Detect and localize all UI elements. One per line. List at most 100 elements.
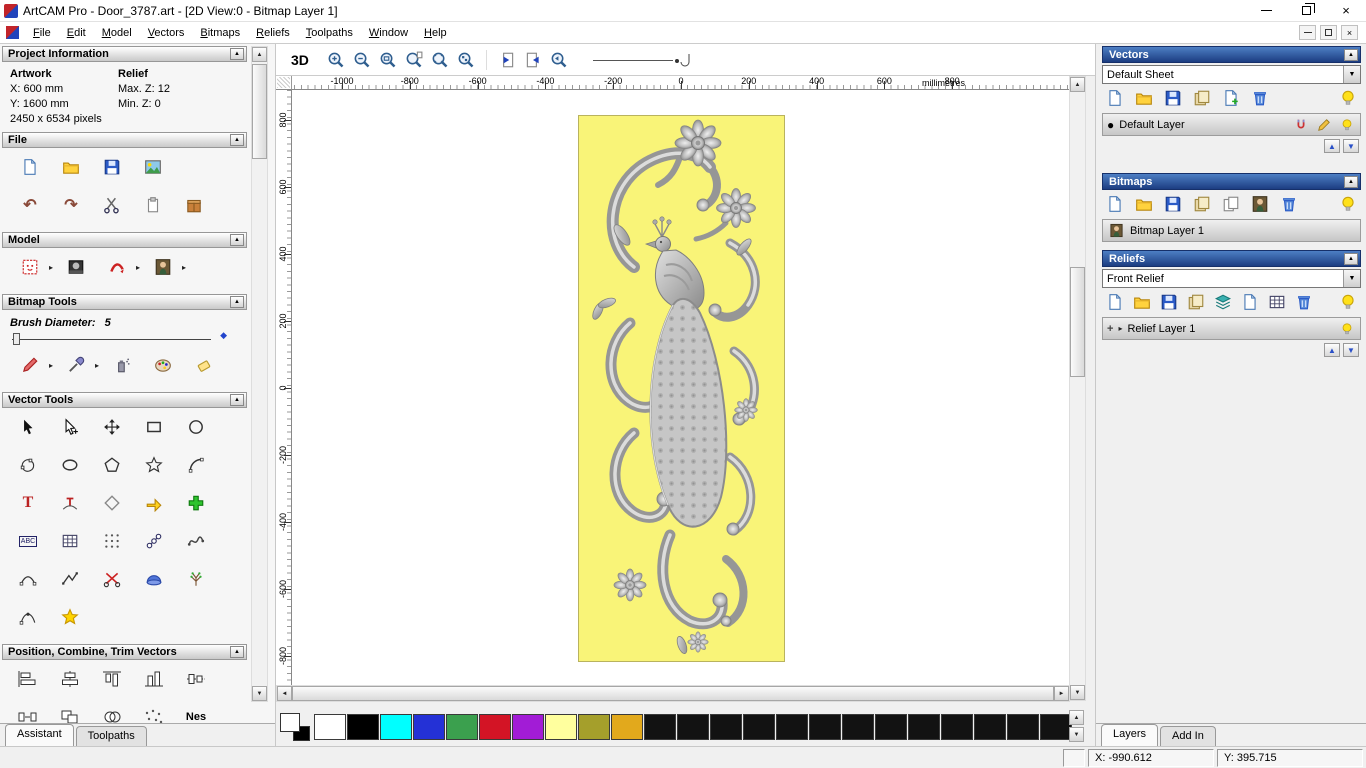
scroll-up-button[interactable]: ▲ [252,47,267,62]
palette-scroll-down-button[interactable]: ▼ [1069,727,1084,742]
color-swatch[interactable] [644,714,676,740]
star-wizard-button[interactable] [58,606,82,628]
scatter-copies-button[interactable] [142,706,166,723]
dropdown-button[interactable]: ▼ [1343,270,1360,287]
toggle-all-visibility-button[interactable] [1337,194,1359,214]
zoom-fit-button[interactable] [428,49,452,71]
relief-layer-row[interactable]: + ▸ Relief Layer 1 [1102,317,1361,340]
relief-from-curve-button[interactable] [105,256,129,278]
collapse-button[interactable]: ▲ [230,134,244,146]
collapse-button[interactable]: ▲ [230,48,244,60]
snap-layer-button[interactable] [1292,114,1310,136]
assistant-scrollbar[interactable]: ▲ ▼ [251,46,268,702]
new-vector-layer-button[interactable] [1104,88,1126,108]
menu-file[interactable]: File [25,23,59,43]
section-header-model[interactable]: Model ▲ [2,232,247,248]
grid-tool-button[interactable] [58,530,82,552]
cut-button[interactable] [100,194,124,216]
color-swatch[interactable] [875,714,907,740]
bitmap-layer-row[interactable]: Bitmap Layer 1 [1102,219,1361,242]
text-on-curve-button[interactable] [58,492,82,514]
color-swatch[interactable] [776,714,808,740]
merge-relief-layers-button[interactable] [1185,292,1207,312]
colour-palette-button[interactable] [151,354,175,376]
align-middle-button[interactable] [184,668,208,690]
color-swatch[interactable] [809,714,841,740]
color-swatch[interactable] [710,714,742,740]
zoom-window-button[interactable] [376,49,400,71]
section-header-file[interactable]: File ▲ [2,132,247,148]
scroll-right-button[interactable]: ► [1054,686,1069,701]
copy-bitmap-layer-button[interactable] [1220,194,1242,214]
move-layer-down-button[interactable]: ▼ [1343,343,1359,357]
menu-edit[interactable]: Edit [59,23,94,43]
collapse-button[interactable]: ▲ [1344,252,1358,265]
create-text-button[interactable]: T [16,492,40,514]
archive-button[interactable] [182,194,206,216]
zoom-objects-button[interactable] [454,49,478,71]
nesting-button[interactable]: Nes [184,706,208,723]
weld-vectors-button[interactable] [100,706,124,723]
select-vectors-button[interactable] [16,416,40,438]
link-nodes-button[interactable] [142,530,166,552]
import-image-button[interactable] [141,156,165,178]
tab-toolpaths[interactable]: Toolpaths [75,726,147,746]
relief-calculate-button[interactable] [1266,292,1288,312]
color-swatch[interactable] [380,714,412,740]
move-layer-down-button[interactable]: ▼ [1343,139,1359,153]
save-relief-layer-button[interactable] [1158,292,1180,312]
open-bitmap-layer-button[interactable] [1133,194,1155,214]
zoom-in-button[interactable] [324,49,348,71]
scroll-up-button[interactable]: ▲ [1070,77,1085,92]
freeform-shape-button[interactable] [16,454,40,476]
colour-picker-button[interactable] [64,354,88,376]
palette-scroll-up-button[interactable]: ▲ [1069,710,1084,725]
align-center-button[interactable] [58,668,82,690]
layer-visibility-button[interactable] [1338,318,1356,340]
create-arc-button[interactable] [184,454,208,476]
previous-view-button[interactable] [495,49,519,71]
collapse-button[interactable]: ▲ [1344,48,1358,61]
merge-bitmap-layers-button[interactable] [1191,194,1213,214]
new-bitmap-layer-button[interactable] [1104,194,1126,214]
color-swatch[interactable] [512,714,544,740]
save-vector-layer-button[interactable] [1162,88,1184,108]
view-3d-button[interactable]: 3D [286,50,314,70]
eraser-button[interactable] [192,354,216,376]
color-swatch[interactable] [677,714,709,740]
color-swatch[interactable] [743,714,775,740]
menu-bitmaps[interactable]: Bitmaps [192,23,248,43]
reliefs-section-header[interactable]: Reliefs ▲ [1102,250,1361,267]
undo-button[interactable]: ↶ [18,194,42,216]
edit-curve-button[interactable] [16,606,40,628]
horizontal-scrollbar[interactable]: ◄ ► [276,685,1070,702]
child-restore-button[interactable] [1320,25,1337,40]
trim-vectors-button[interactable] [100,568,124,590]
scrollbar-thumb[interactable] [252,64,267,159]
delete-layer-button[interactable] [1249,88,1271,108]
color-swatch[interactable] [611,714,643,740]
restore-button[interactable] [1286,0,1326,21]
create-diamond-button[interactable] [100,492,124,514]
bitmap-preview-button[interactable] [1249,194,1271,214]
delete-relief-layer-button[interactable] [1293,292,1315,312]
flyout-arrow-icon[interactable]: ▸ [49,263,53,272]
slider-handle[interactable] [13,333,20,345]
delete-bitmap-layer-button[interactable] [1278,194,1300,214]
layer-visibility-button[interactable] [1338,114,1356,136]
extrude-button[interactable] [142,568,166,590]
dot-grid-button[interactable] [100,530,124,552]
color-swatch[interactable] [314,714,346,740]
create-circle-button[interactable] [184,416,208,438]
new-model-button[interactable] [18,156,42,178]
node-editing-button[interactable] [58,416,82,438]
color-swatch[interactable] [908,714,940,740]
create-ellipse-button[interactable] [58,454,82,476]
menu-window[interactable]: Window [361,23,416,43]
sheet-selector[interactable]: Default Sheet ▼ [1102,65,1361,84]
toggle-all-visibility-button[interactable] [1337,88,1359,108]
new-sheet-button[interactable] [1220,88,1242,108]
line-style-widget[interactable] [592,50,693,70]
tab-layers[interactable]: Layers [1101,724,1159,746]
minimize-button[interactable] [1246,0,1286,21]
